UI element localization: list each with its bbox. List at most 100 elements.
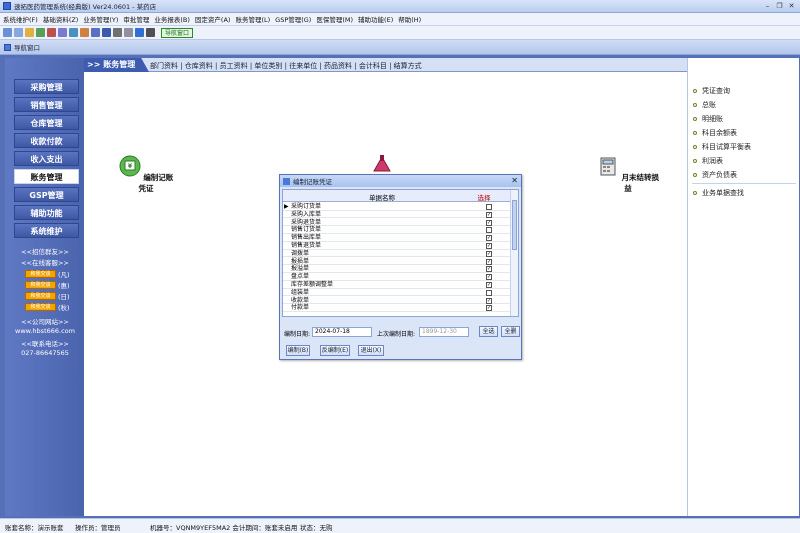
row-select-checkbox[interactable]: ✓ [486,282,492,288]
link-general-ledger[interactable]: 总账 [693,100,716,110]
status-bar: 账套名称：演示账套 操作员：管理员 机器号：VQNM9YEF5MA2 会计期间：… [0,518,800,533]
calc-icon[interactable] [124,28,133,37]
stamp-icon[interactable] [370,153,394,175]
table-row[interactable]: 销售订货单 [283,226,512,234]
window-icon [4,43,11,51]
menu-business[interactable]: 业务管理(Y) [83,14,118,24]
user-icon[interactable] [58,28,67,37]
nav-gsp[interactable]: GSP管理 [14,187,79,202]
save-icon[interactable] [102,28,111,37]
table-row[interactable]: 采购入库单 ✓ [283,211,512,219]
print-icon[interactable] [113,28,122,37]
select-all-button[interactable]: 全选 [479,326,498,337]
exit-button[interactable]: 退出(X) [358,345,384,356]
qq-contact-2[interactable]: 和我交谈 (惠) [25,280,70,290]
menu-system[interactable]: 系统维护(F) [3,14,38,24]
recruit-link[interactable]: <<招信群友>> [5,246,85,256]
table-row[interactable]: 调拨单 ✓ [283,250,512,258]
help-icon[interactable] [135,28,144,37]
deselect-all-button[interactable]: 全删 [501,326,520,337]
link-trial-balance[interactable]: 科目试算平衡表 [693,142,751,152]
link-balance-table[interactable]: 科目余额表 [693,128,737,138]
table-row[interactable]: 收款单 ✓ [283,297,512,305]
qq-label: (惠) [58,282,70,290]
menu-reports[interactable]: 业务报表(B) [154,14,190,24]
new-icon[interactable] [3,28,12,37]
quick-links[interactable]: 部门资料 | 仓库资料 | 员工资料 | 单位类别 | 往来单位 | 药品资料 … [150,61,422,71]
delete-icon[interactable] [47,28,56,37]
compile-button[interactable]: 编制(B) [286,345,310,356]
table-row[interactable]: ▶ 采购订货单 [283,203,512,211]
link-document-search[interactable]: 业务单据查找 [693,188,744,198]
scroll-thumb[interactable] [512,200,517,250]
table-row[interactable]: 销售出库单 ✓ [283,234,512,242]
menu-gsp[interactable]: GSP管理(G) [275,14,311,24]
link-income-statement[interactable]: 利润表 [693,156,723,166]
close-icon[interactable]: ✕ [787,2,796,11]
row-select-checkbox[interactable]: ✓ [486,211,492,218]
qq-label: (秋) [58,304,70,312]
row-select-checkbox[interactable] [486,289,492,296]
table-row[interactable]: 销售退货单 ✓ [283,242,512,250]
row-select-checkbox[interactable]: ✓ [486,250,492,257]
row-document-name: 销售出库单 [291,234,322,242]
edit-icon[interactable] [91,28,100,37]
compile-date-input[interactable]: 2024-07-18 [312,327,372,337]
menu-approval[interactable]: 审批管理 [123,14,149,24]
restore-icon[interactable]: ❐ [775,2,784,11]
nav-income-expense[interactable]: 收入支出 [14,151,79,166]
tools-icon[interactable] [80,28,89,37]
row-select-checkbox[interactable]: ✓ [486,305,492,312]
qq-contact-1[interactable]: 和我交谈 (凡) [25,269,70,279]
table-row[interactable]: 报损单 ✓ [283,258,512,266]
menu-medical-insurance[interactable]: 医保管理(M) [316,14,353,24]
row-select-checkbox[interactable]: ✓ [486,266,492,273]
table-row[interactable]: 库存差额调整单 ✓ [283,281,512,289]
nav-warehouse[interactable]: 仓库管理 [14,115,79,130]
compile-voucher-button[interactable]: ¥ 编制记账凭证 [116,155,176,194]
row-select-checkbox[interactable] [486,227,492,234]
row-select-checkbox[interactable]: ✓ [486,274,492,281]
tab-accounting[interactable]: >> 账务管理 [84,58,149,72]
menu-help[interactable]: 帮助(H) [398,14,421,24]
dialog-close-icon[interactable]: ✕ [511,176,518,185]
table-row[interactable]: 付款单 ✓ [283,304,512,312]
row-select-checkbox[interactable] [486,204,492,210]
exit-icon[interactable] [146,28,155,37]
menu-accounting[interactable]: 账务管理(L) [235,14,270,24]
nav-maintenance[interactable]: 系统维护 [14,223,79,238]
link-detail-ledger[interactable]: 明细账 [693,114,723,124]
nav-accounting[interactable]: 账务管理 [14,169,79,184]
refresh-icon[interactable] [36,28,45,37]
menu-basic-data[interactable]: 基础资料(Z) [43,14,79,24]
table-row[interactable]: 组装单 [283,289,512,297]
row-select-checkbox[interactable]: ✓ [486,235,492,242]
website-link[interactable]: www.hbst666.com [5,327,85,335]
grid-scrollbar[interactable] [510,190,518,316]
compile-date-label: 编制日期: [284,331,311,338]
network-icon[interactable] [69,28,78,37]
nav-tools[interactable]: 辅助功能 [14,205,79,220]
minimize-icon[interactable]: – [763,2,772,11]
menu-tools[interactable]: 辅助功能(E) [358,14,393,24]
menu-fixed-assets[interactable]: 固定资产(A) [195,14,231,24]
qq-contact-4[interactable]: 和我交谈 (秋) [25,302,70,312]
row-select-checkbox[interactable]: ✓ [486,219,492,226]
row-select-checkbox[interactable]: ✓ [486,243,492,249]
row-select-checkbox[interactable]: ✓ [486,297,492,304]
folder-icon[interactable] [25,28,34,37]
table-row[interactable]: 盘点单 ✓ [283,273,512,281]
open-icon[interactable] [14,28,23,37]
nav-sales[interactable]: 销售管理 [14,97,79,112]
qq-contact-3[interactable]: 和我交谈 (日) [25,291,70,301]
row-select-checkbox[interactable]: ✓ [486,258,492,265]
link-balance-sheet[interactable]: 资产负债表 [693,170,737,180]
table-row[interactable]: 采购退货单 ✓ [283,219,512,227]
month-end-button[interactable]: 月末结转损益 [596,155,660,194]
reverse-compile-button[interactable]: 反编制(E) [320,345,350,356]
nav-purchase[interactable]: 采购管理 [14,79,79,94]
nav-receipts-payments[interactable]: 收款付款 [14,133,79,148]
table-row[interactable]: 报溢单 ✓ [283,265,512,273]
nav-window-button[interactable]: 导航窗口 [161,27,194,38]
link-voucher-query[interactable]: 凭证查询 [693,86,730,96]
